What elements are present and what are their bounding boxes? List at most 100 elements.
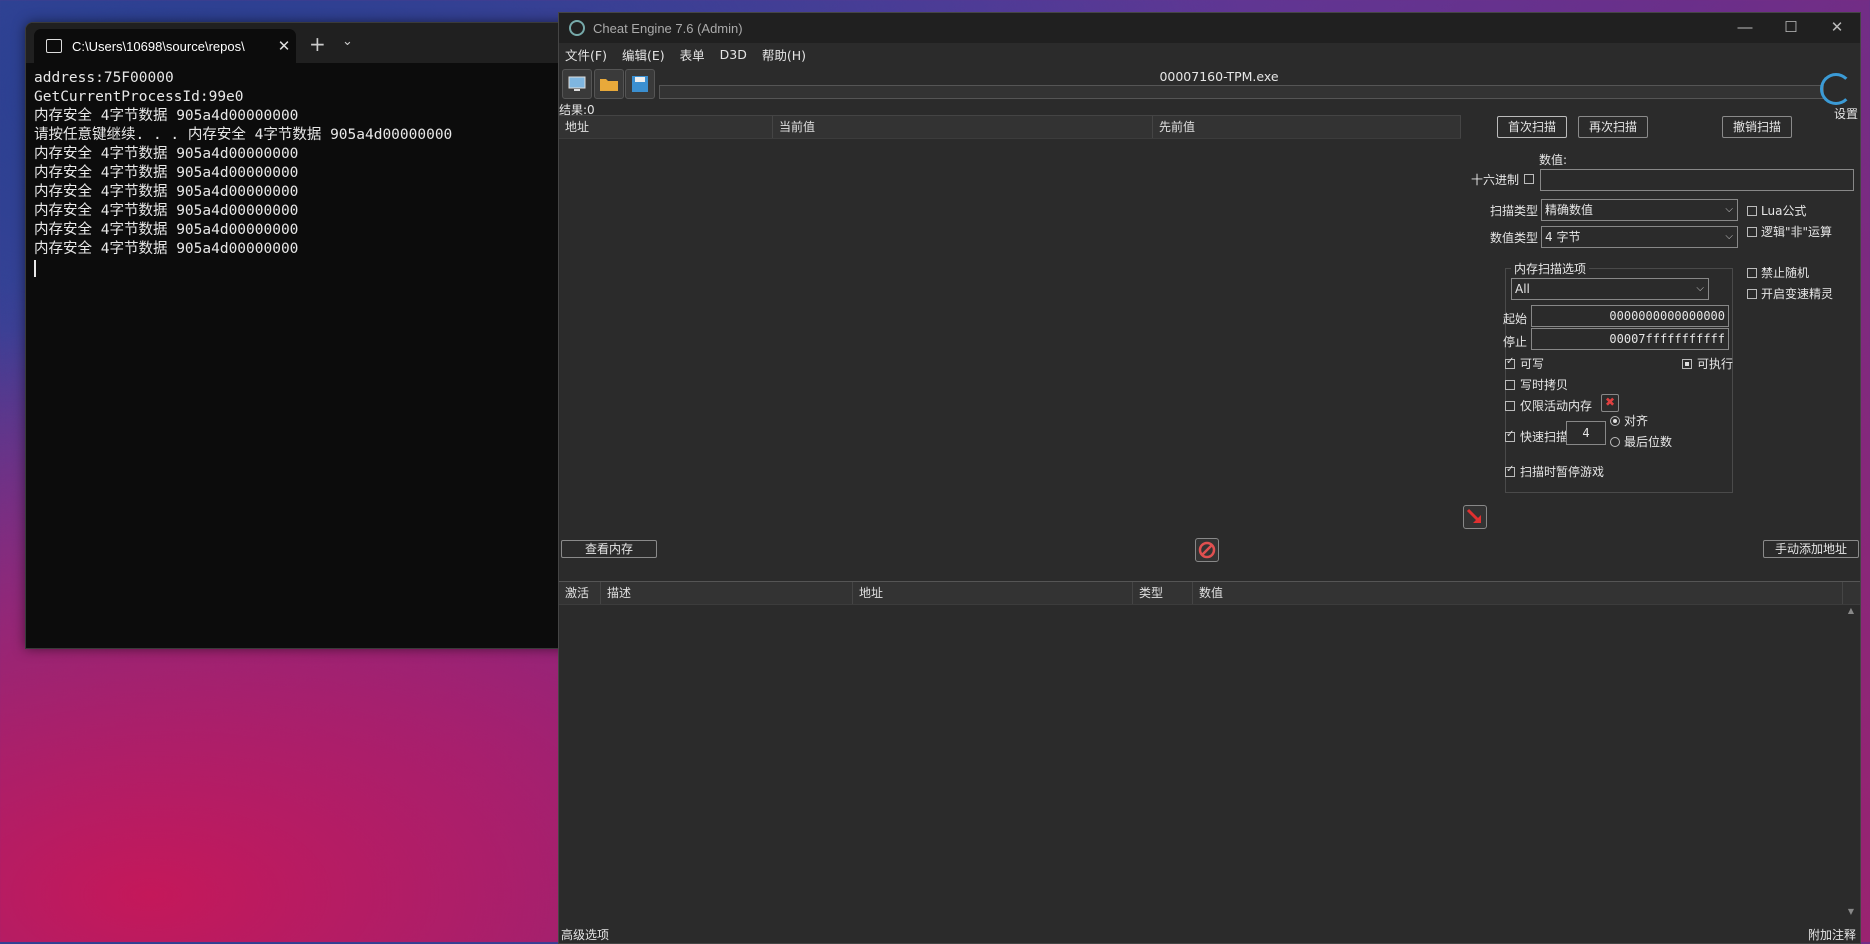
address-table-header: 激活 描述 地址 类型 数值: [559, 582, 1860, 605]
next-scan-button[interactable]: 再次扫描: [1578, 116, 1648, 138]
fast-scan-checkbox[interactable]: [1505, 429, 1515, 442]
chevron-down-icon[interactable]: ⌄: [342, 34, 353, 49]
last-digits-radio[interactable]: [1610, 437, 1620, 447]
copy-on-write-label: 写时拷贝: [1520, 378, 1569, 392]
scroll-up-icon[interactable]: ▲: [1846, 606, 1856, 615]
terminal-line: 内存安全 4字节数据 905a4d00000000: [34, 184, 299, 200]
value-type-value: 4 字节: [1545, 230, 1581, 244]
fast-scan-label: 快速扫描: [1520, 430, 1569, 444]
value-label: 数值:: [1539, 153, 1568, 167]
menu-table[interactable]: 表单: [680, 45, 705, 64]
column-address[interactable]: 地址: [853, 582, 1133, 604]
address-table[interactable]: 激活 描述 地址 类型 数值 ▲ ▼: [559, 581, 1860, 944]
cheat-engine-window: Cheat Engine 7.6 (Admin) — ☐ ✕ 文件(F) 编辑(…: [558, 12, 1861, 944]
chevron-down-icon: ⌵: [1696, 283, 1704, 294]
terminal-line: 内存安全 4字节数据 905a4d00000000: [34, 203, 299, 219]
speedhack-checkbox[interactable]: [1747, 289, 1757, 299]
pause-game-label: 扫描时暂停游戏: [1520, 465, 1605, 479]
save-icon: [632, 76, 648, 92]
add-to-list-button[interactable]: [1463, 505, 1487, 529]
alignment-radio[interactable]: [1610, 416, 1620, 426]
pause-game-checkbox[interactable]: [1505, 464, 1515, 477]
start-address-input[interactable]: 0000000000000000: [1531, 305, 1729, 327]
window-title: Cheat Engine 7.6 (Admin): [593, 20, 743, 36]
first-scan-button[interactable]: 首次扫描: [1497, 116, 1567, 138]
terminal-output[interactable]: address:75F00000 GetCurrentProcessId:99e0…: [26, 63, 586, 284]
terminal-window: C:\Users\10698\source\repos\ ✕ + ⌄ addre…: [25, 22, 587, 649]
found-address-list[interactable]: 地址 当前值 先前值: [559, 115, 1461, 536]
scan-progress-bar: [659, 85, 1824, 99]
chevron-down-icon: ⌵: [1725, 204, 1733, 215]
column-previous-value[interactable]: 先前值: [1153, 116, 1461, 138]
start-label: 起始: [1503, 312, 1528, 326]
memory-region-select[interactable]: All ⌵: [1511, 278, 1709, 300]
terminal-line: 请按任意键继续. . . 内存安全 4字节数据 905a4d00000000: [34, 127, 453, 143]
clear-icon[interactable]: ✖: [1601, 394, 1619, 412]
memory-scan-options-title: 内存扫描选项: [1511, 260, 1590, 277]
table-extras-link[interactable]: 附加注释: [1808, 926, 1856, 943]
copy-on-write-checkbox[interactable]: [1505, 380, 1515, 390]
column-description[interactable]: 描述: [601, 582, 853, 604]
new-tab-icon[interactable]: +: [309, 32, 326, 56]
value-type-select[interactable]: 4 字节 ⌵: [1541, 226, 1738, 248]
menu-d3d[interactable]: D3D: [720, 47, 747, 62]
column-value[interactable]: 数值: [1193, 582, 1843, 604]
toolbar: 00007160-TPM.exe 设置: [559, 65, 1860, 121]
column-type[interactable]: 类型: [1133, 582, 1193, 604]
stop-scan-button[interactable]: [1195, 538, 1219, 562]
terminal-line: address:75F00000: [34, 70, 174, 86]
arrow-down-right-icon: [1466, 508, 1482, 524]
maximize-icon[interactable]: ☐: [1768, 13, 1814, 43]
disable-random-checkbox[interactable]: [1747, 268, 1757, 278]
active-memory-checkbox[interactable]: [1505, 401, 1515, 411]
executable-label: 可执行: [1697, 357, 1734, 371]
stop-address-input[interactable]: 00007fffffffffff: [1531, 328, 1729, 350]
computer-icon: [568, 76, 586, 91]
logical-not-checkbox[interactable]: [1747, 227, 1757, 237]
menu-help[interactable]: 帮助(H): [762, 45, 806, 64]
advanced-options-link[interactable]: 高级选项: [561, 926, 609, 943]
vertical-scrollbar[interactable]: ▲ ▼: [1846, 606, 1856, 916]
value-input[interactable]: [1540, 169, 1854, 191]
speedhack-label: 开启变速精灵: [1761, 287, 1834, 301]
logical-not-label: 逻辑"非"运算: [1761, 225, 1833, 239]
writable-checkbox[interactable]: [1505, 356, 1515, 369]
fast-scan-value-input[interactable]: 4: [1566, 421, 1606, 445]
disable-random-label: 禁止随机: [1761, 266, 1810, 280]
lua-formula-label: Lua公式: [1761, 204, 1807, 218]
hex-checkbox[interactable]: [1524, 174, 1534, 184]
status-bar: 高级选项 附加注释: [559, 923, 1860, 943]
menu-edit[interactable]: 编辑(E): [622, 45, 665, 64]
cheat-engine-logo-icon[interactable]: [1820, 73, 1852, 105]
open-file-button[interactable]: [594, 69, 624, 99]
column-current-value[interactable]: 当前值: [773, 116, 1153, 138]
column-active[interactable]: 激活: [559, 582, 601, 604]
undo-scan-button[interactable]: 撤销扫描: [1722, 116, 1792, 138]
terminal-line: 内存安全 4字节数据 905a4d00000000: [34, 222, 299, 238]
settings-label[interactable]: 设置: [1834, 105, 1858, 122]
column-address[interactable]: 地址: [559, 116, 773, 138]
last-digits-label: 最后位数: [1624, 435, 1673, 449]
minimize-icon[interactable]: —: [1722, 13, 1768, 43]
close-icon[interactable]: ✕: [272, 37, 296, 55]
terminal-tab[interactable]: C:\Users\10698\source\repos\ ✕: [34, 29, 296, 63]
text-cursor: [34, 259, 36, 277]
close-icon[interactable]: ✕: [1814, 13, 1860, 43]
scroll-down-icon[interactable]: ▼: [1846, 907, 1856, 916]
save-file-button[interactable]: [625, 69, 655, 99]
chevron-down-icon: ⌵: [1725, 231, 1733, 242]
title-bar[interactable]: Cheat Engine 7.6 (Admin) — ☐ ✕: [559, 13, 1860, 43]
found-list-header: 地址 当前值 先前值: [559, 116, 1461, 139]
scan-type-label: 扫描类型: [1490, 204, 1539, 218]
executable-checkbox[interactable]: [1682, 359, 1692, 369]
menu-file[interactable]: 文件(F): [565, 45, 607, 64]
scan-type-value: 精确数值: [1545, 203, 1594, 217]
add-address-manually-button[interactable]: 手动添加地址: [1763, 540, 1859, 558]
select-process-button[interactable]: [562, 69, 592, 99]
scan-type-select[interactable]: 精确数值 ⌵: [1541, 199, 1738, 221]
process-name: 00007160-TPM.exe: [1159, 69, 1279, 84]
view-memory-button[interactable]: 查看内存: [561, 540, 657, 558]
lua-formula-checkbox[interactable]: [1747, 206, 1757, 216]
terminal-line: 内存安全 4字节数据 905a4d00000000: [34, 108, 299, 124]
terminal-tab-title: C:\Users\10698\source\repos\: [72, 38, 245, 54]
